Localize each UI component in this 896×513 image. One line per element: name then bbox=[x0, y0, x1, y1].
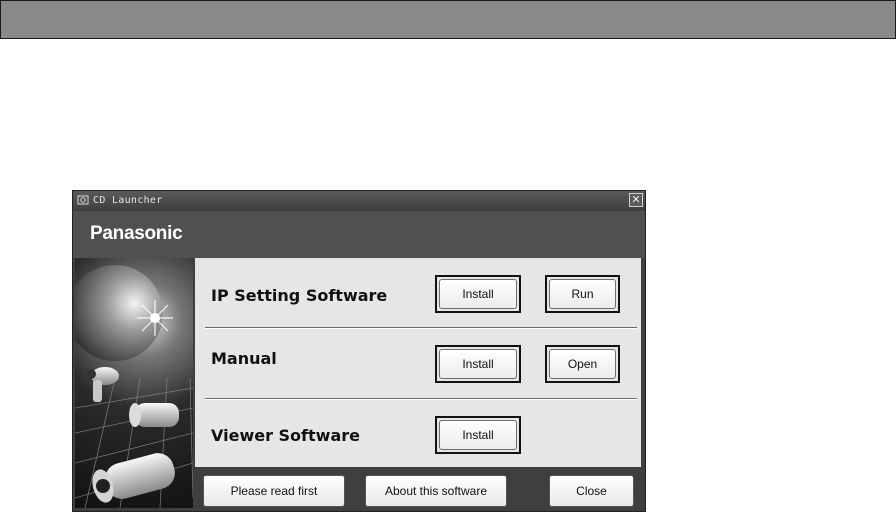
window-close-button[interactable]: ✕ bbox=[629, 193, 643, 207]
product-artwork bbox=[75, 258, 193, 508]
section-label: Manual bbox=[211, 349, 277, 368]
open-manual-highlight: Open bbox=[545, 345, 620, 383]
section-label: Viewer Software bbox=[211, 426, 360, 445]
open-manual-button[interactable]: Open bbox=[549, 349, 616, 379]
window-titlebar[interactable]: CD Launcher ✕ bbox=[73, 191, 645, 211]
section-label: IP Setting Software bbox=[211, 286, 388, 305]
please-read-first-button[interactable]: Please read first bbox=[203, 475, 345, 507]
section-ip-setting-software: IP Setting Software Install Run bbox=[195, 258, 641, 328]
install-ip-setting-highlight: Install bbox=[435, 275, 521, 313]
install-manual-button[interactable]: Install bbox=[439, 349, 517, 379]
install-ip-setting-button[interactable]: Install bbox=[439, 279, 517, 309]
close-button[interactable]: Close bbox=[549, 475, 634, 507]
top-header-bar bbox=[0, 0, 896, 39]
install-manual-highlight: Install bbox=[435, 345, 521, 383]
run-ip-setting-button[interactable]: Run bbox=[549, 279, 616, 309]
window-title: CD Launcher bbox=[93, 195, 163, 206]
brand-bar: Panasonic bbox=[73, 211, 645, 258]
install-viewer-highlight: Install bbox=[435, 416, 521, 454]
about-this-software-button[interactable]: About this software bbox=[365, 475, 507, 507]
run-ip-setting-highlight: Run bbox=[545, 275, 620, 313]
cd-icon bbox=[77, 194, 89, 206]
close-icon: ✕ bbox=[631, 193, 641, 206]
brand-logo: Panasonic bbox=[90, 223, 183, 244]
options-panel: IP Setting Software Install Run Manual I… bbox=[195, 258, 641, 467]
cd-launcher-window: CD Launcher ✕ Panasonic IP Setting Softw… bbox=[72, 190, 646, 512]
install-viewer-button[interactable]: Install bbox=[439, 420, 517, 450]
section-viewer-software: Viewer Software Install bbox=[195, 400, 641, 470]
section-manual: Manual Install Open bbox=[195, 329, 641, 399]
